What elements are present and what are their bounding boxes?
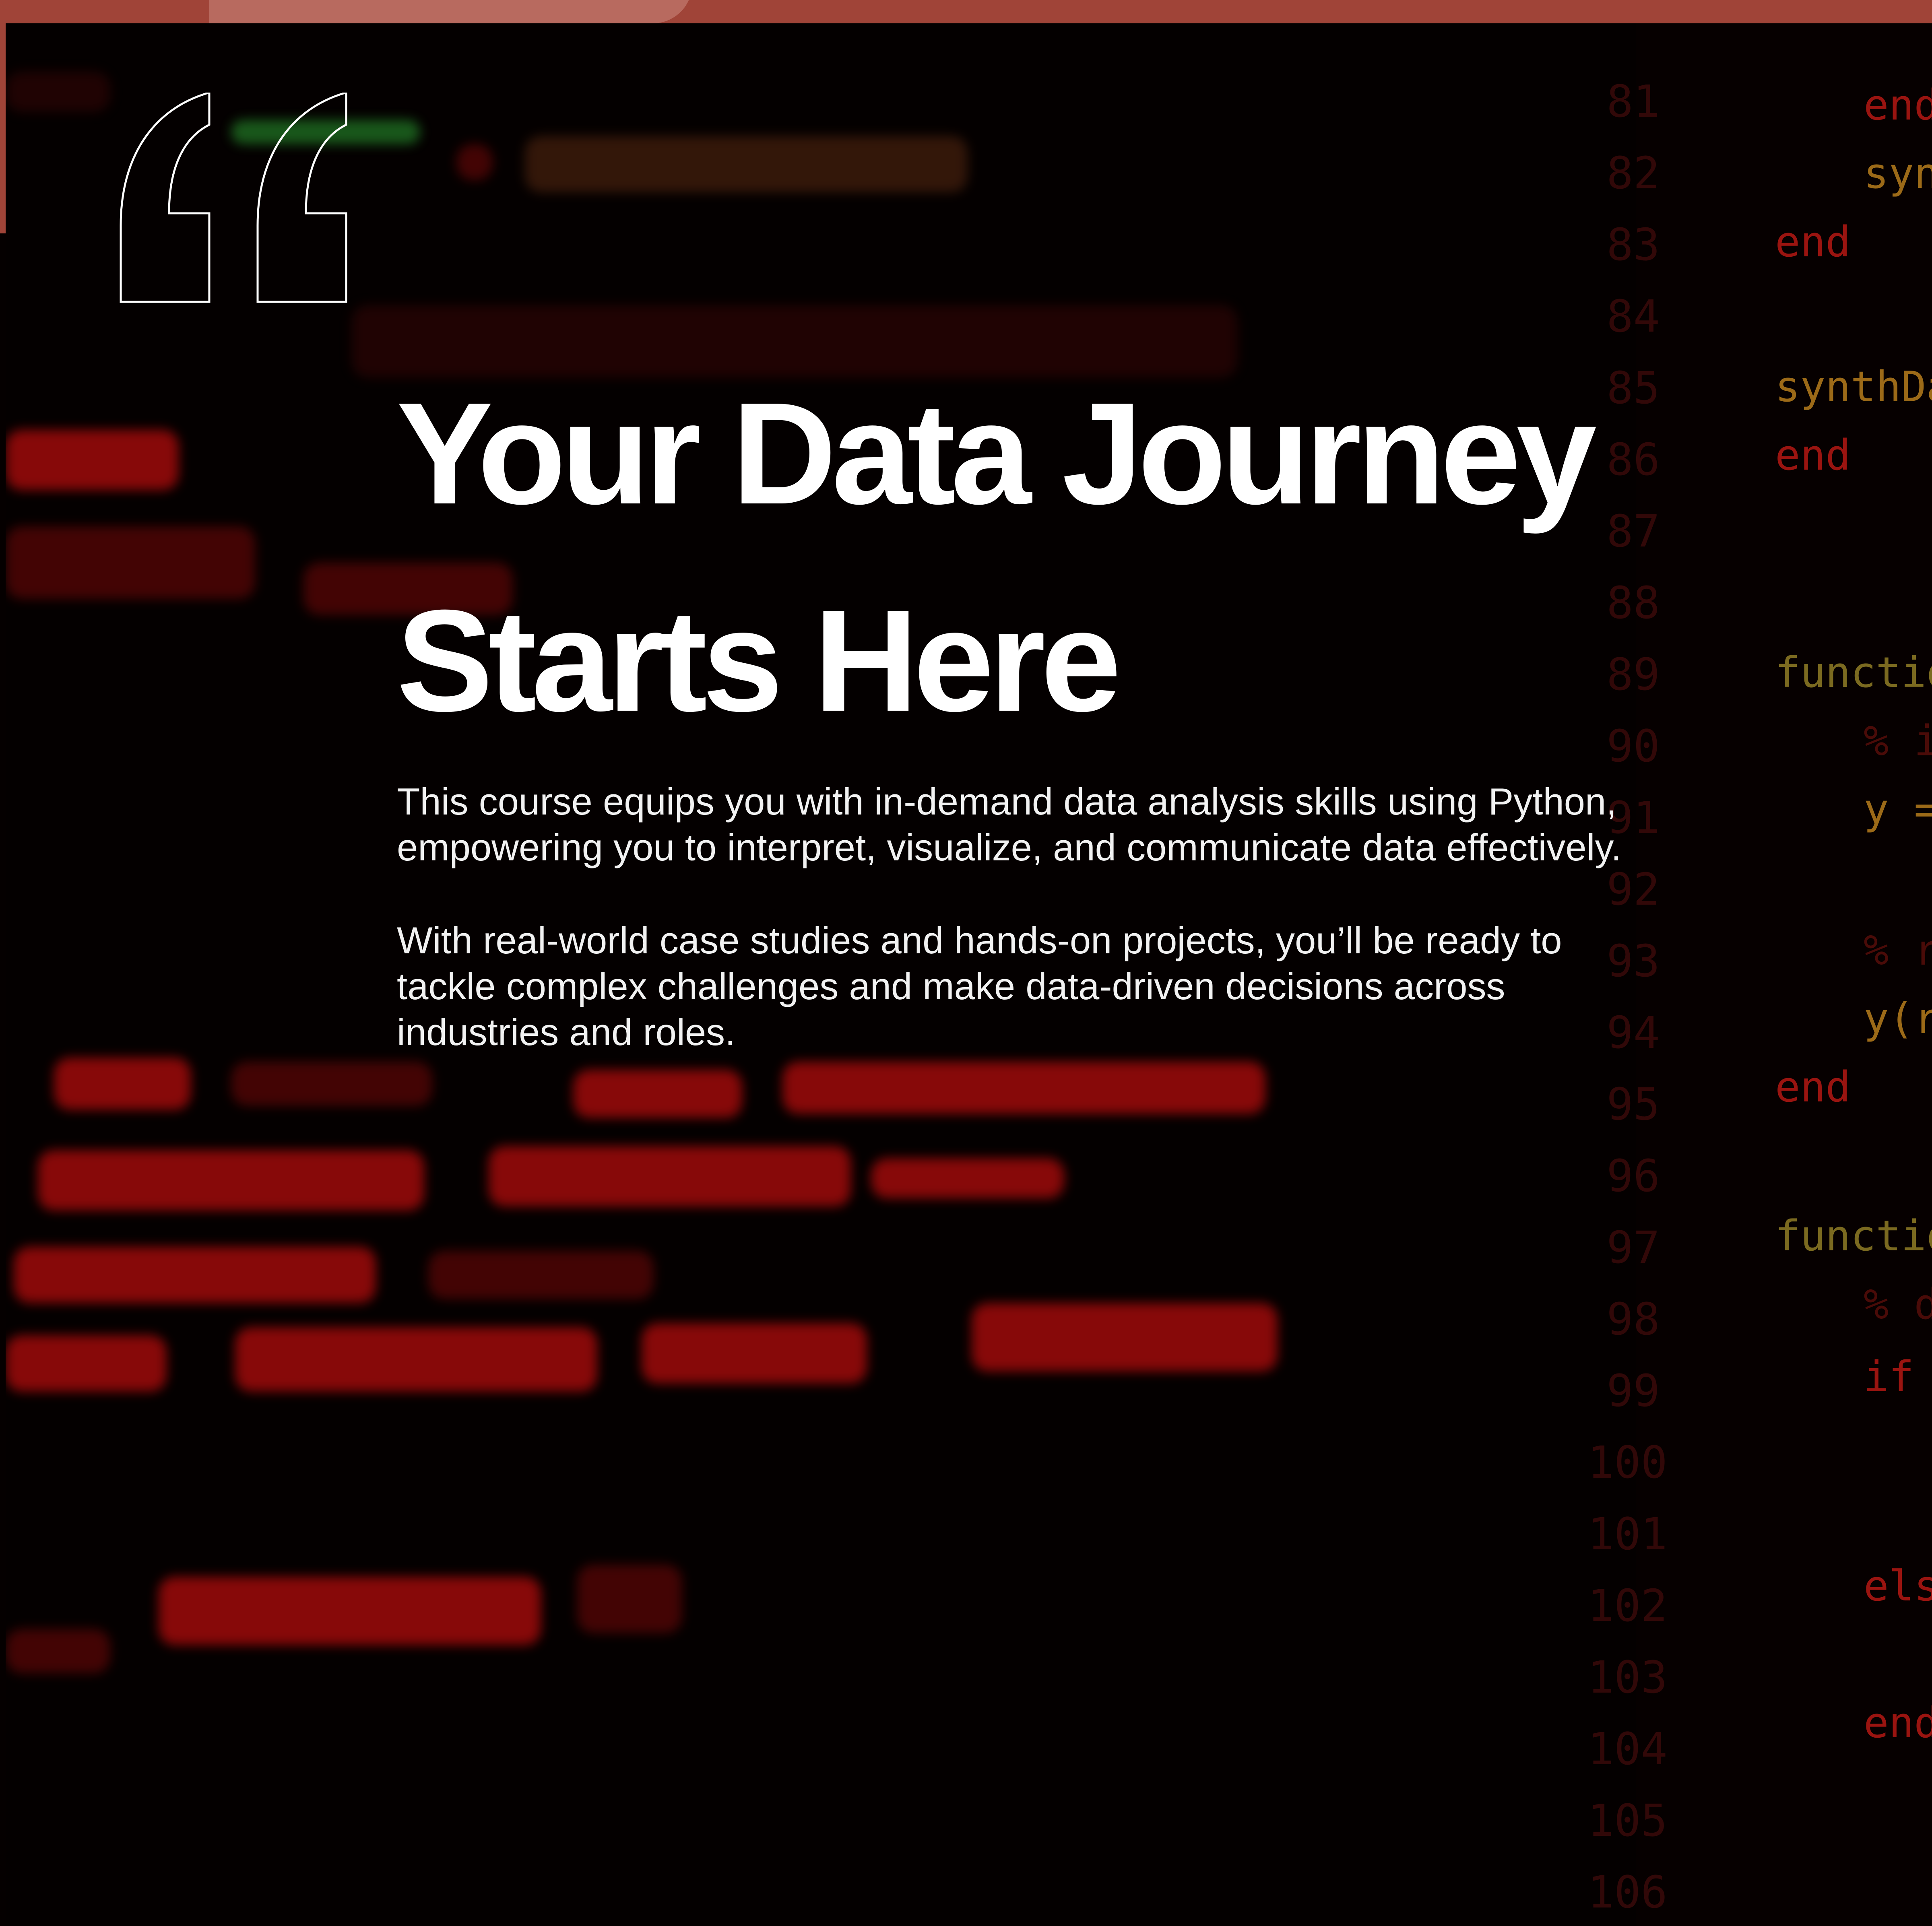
- intro-paragraph: This course equips you with in-demand da…: [397, 779, 1725, 870]
- headline-line-1: Your Data Journey: [396, 373, 1597, 534]
- code-streak: [525, 136, 968, 192]
- poster: 81 82 83 84 85 86 87 88 89 90 91 92 93 94 95 96 97 98 99 10…: [0, 0, 1932, 1926]
- line-number: 96: [1606, 1150, 1660, 1202]
- code-streak: [782, 1062, 1265, 1114]
- code-line: % ra: [1864, 926, 1932, 975]
- code-line: function: [1775, 648, 1932, 697]
- line-number: 104: [1587, 1723, 1668, 1775]
- details-paragraph: With real-world case studies and hands-o…: [397, 918, 1725, 1055]
- code-streak: [231, 1062, 432, 1106]
- frame-highlight: [209, 0, 692, 23]
- paragraph-line: This course equips you with in-demand da…: [397, 780, 1617, 823]
- code-streak: [428, 1251, 654, 1299]
- code-streak: [577, 1565, 682, 1633]
- paragraph-line: tackle complex challenges and make data-…: [397, 965, 1505, 1007]
- code-line: y(ra: [1864, 994, 1932, 1043]
- open-quote-icon: [120, 93, 347, 303]
- code-line: % de: [1864, 1280, 1932, 1329]
- code-streak: [6, 430, 179, 490]
- headline: Your Data Journey Starts Here: [396, 350, 1644, 765]
- line-number: 106: [1587, 1866, 1668, 1918]
- paragraph-line: industries and roles.: [397, 1011, 736, 1053]
- line-number: 98: [1606, 1293, 1660, 1345]
- line-number: 101: [1587, 1508, 1668, 1560]
- code-streak: [6, 72, 110, 112]
- code-streak: [6, 1335, 167, 1392]
- code-line: function: [1775, 1211, 1932, 1260]
- code-line: y =: [1864, 785, 1932, 834]
- paragraph-line: With real-world case studies and hands-o…: [397, 919, 1562, 961]
- line-number: 97: [1606, 1222, 1660, 1273]
- code-streak: [6, 1629, 110, 1673]
- code-streak: [159, 1577, 541, 1645]
- code-streak: [871, 1158, 1064, 1198]
- line-number: 99: [1606, 1365, 1660, 1417]
- code-line: else: [1864, 1561, 1932, 1610]
- code-line: synthDat: [1775, 362, 1932, 411]
- code-line: end: [1864, 1698, 1932, 1747]
- code-line: % in: [1864, 716, 1932, 765]
- line-number: 83: [1606, 219, 1660, 270]
- code-line: end: [1775, 431, 1851, 480]
- code-streak: [54, 1058, 191, 1110]
- paragraph-line: empowering you to interpret, visualize, …: [397, 826, 1622, 868]
- line-number: 82: [1606, 147, 1660, 199]
- line-number: 100: [1587, 1437, 1668, 1488]
- code-streak: [972, 1303, 1278, 1371]
- code-line: if: [1864, 1352, 1914, 1401]
- code-streak: [38, 1150, 424, 1210]
- left-frame-bar: [0, 0, 6, 233]
- code-line: end: [1775, 217, 1851, 266]
- code-line: synt: [1864, 149, 1932, 198]
- code-streak: [14, 1247, 376, 1303]
- line-number: 92: [1606, 864, 1660, 915]
- code-line: end: [1864, 80, 1932, 130]
- code-streak: [6, 526, 255, 599]
- headline-line-2: Starts Here: [396, 580, 1121, 742]
- code-streak: [235, 1327, 597, 1392]
- code-streak: [489, 1146, 851, 1206]
- code-line: end: [1775, 1062, 1851, 1111]
- line-number: 84: [1606, 291, 1660, 342]
- code-streak: [573, 1070, 742, 1118]
- code-streak: [642, 1323, 867, 1384]
- line-number: 95: [1606, 1078, 1660, 1130]
- line-number: 81: [1606, 76, 1660, 127]
- line-number: 103: [1587, 1652, 1668, 1703]
- line-number: 105: [1587, 1795, 1668, 1846]
- line-number: 102: [1587, 1580, 1668, 1631]
- code-streak: [456, 144, 493, 180]
